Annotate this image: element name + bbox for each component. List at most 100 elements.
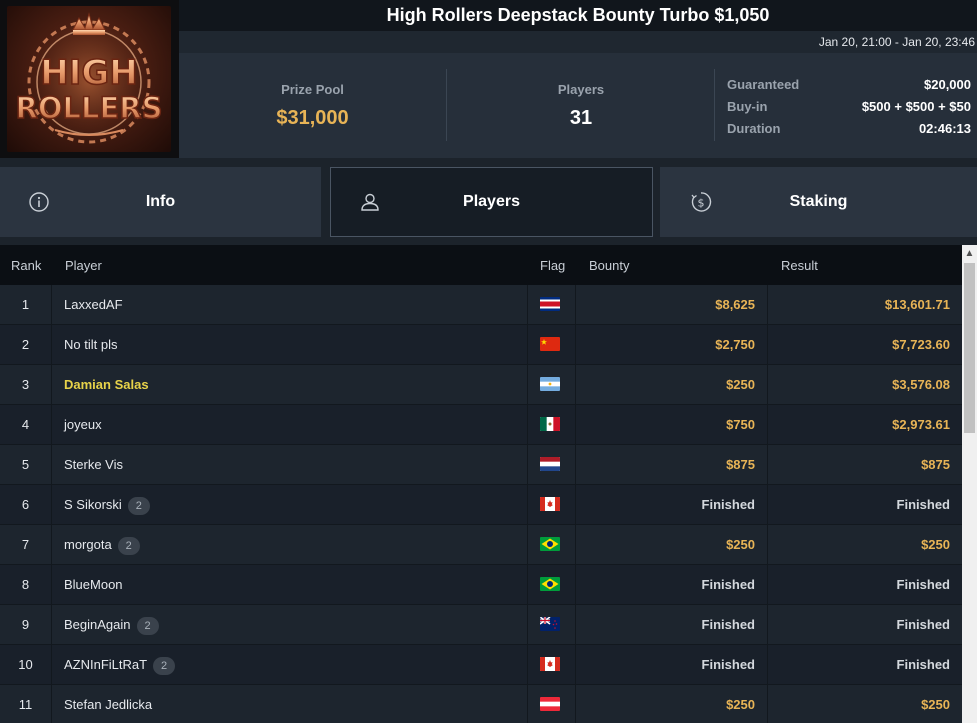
flag-mexico-icon	[540, 417, 560, 431]
result-cell: $2,973.61	[892, 417, 950, 432]
flag-costa-rica-icon	[540, 297, 560, 311]
divider	[714, 69, 715, 141]
prize-pool-stat: Prize Pool $31,000	[179, 53, 446, 158]
bounty-cell: $250	[576, 685, 768, 723]
player-name[interactable]: BeginAgain	[64, 617, 131, 632]
bounty-cell: $875	[576, 445, 768, 484]
tab-players[interactable]: Players	[330, 167, 653, 237]
player-name[interactable]: LaxxedAF	[64, 297, 123, 312]
players-table: Rank Player Flag Bounty Result 1 LaxxedAF…	[0, 245, 962, 723]
tournament-dates: Jan 20, 21:00 - Jan 20, 23:46	[818, 35, 975, 49]
result-cell: $250	[921, 537, 950, 552]
player-cell[interactable]: No tilt pls	[52, 325, 528, 364]
player-cell[interactable]: BlueMoon	[52, 565, 528, 604]
result-cell: Finished	[896, 657, 950, 672]
header-result[interactable]: Result	[781, 258, 818, 273]
buyin-label: Buy-in	[727, 99, 768, 114]
bounty-cell: $8,625	[576, 285, 768, 324]
table-row[interactable]: 8 BlueMoon Finished Finished	[0, 565, 962, 605]
rank-cell: 8	[0, 565, 52, 604]
player-cell[interactable]: Stefan Jedlicka	[52, 685, 528, 723]
rank-cell: 5	[0, 445, 52, 484]
tab-bar: Info Players $ Staking	[0, 158, 977, 245]
table-row[interactable]: 1 LaxxedAF $8,625 $13,601.71	[0, 285, 962, 325]
rank-cell: 7	[0, 525, 52, 564]
flag-cell	[528, 485, 576, 524]
header-flag[interactable]: Flag	[540, 258, 565, 273]
players-label: Players	[557, 82, 605, 97]
flag-cell	[528, 605, 576, 644]
table-row[interactable]: 5 Sterke Vis $875 $875	[0, 445, 962, 485]
rank-cell: 1	[0, 285, 52, 324]
tab-info[interactable]: Info	[0, 167, 321, 237]
player-cell[interactable]: joyeux	[52, 405, 528, 444]
result-cell: $7,723.60	[892, 337, 950, 352]
table-row[interactable]: 6 S Sikorski 2 Finished Finished	[0, 485, 962, 525]
header-rank[interactable]: Rank	[11, 258, 41, 273]
player-cell[interactable]: S Sikorski 2	[52, 485, 528, 524]
entries-badge: 2	[127, 496, 150, 515]
flag-new-zealand-icon	[540, 617, 560, 631]
table-row[interactable]: 11 Stefan Jedlicka $250 $250	[0, 685, 962, 723]
player-name[interactable]: No tilt pls	[64, 337, 117, 352]
player-name[interactable]: Damian Salas	[64, 377, 149, 392]
prize-pool-label: Prize Pool	[281, 82, 344, 97]
table-row[interactable]: 7 morgota 2 $250 $250	[0, 525, 962, 565]
svg-text:HIGH: HIGH	[40, 53, 137, 93]
flag-brazil-icon	[540, 577, 560, 591]
bounty-cell: Finished	[576, 485, 768, 524]
flag-cell	[528, 565, 576, 604]
player-cell[interactable]: LaxxedAF	[52, 285, 528, 324]
prize-pool-value: $31,000	[276, 107, 349, 129]
tab-staking[interactable]: $ Staking	[660, 167, 977, 237]
table-row[interactable]: 3 Damian Salas $250 $3,576.08	[0, 365, 962, 405]
table-row[interactable]: 2 No tilt pls $2,750 $7,723.60	[0, 325, 962, 365]
rank-cell: 2	[0, 325, 52, 364]
bounty-cell: Finished	[576, 645, 768, 684]
guaranteed-label: Guaranteed	[727, 77, 800, 92]
bounty-cell: $2,750	[576, 325, 768, 364]
result-cell: Finished	[896, 577, 950, 592]
flag-canada-icon	[540, 657, 560, 671]
player-name[interactable]: joyeux	[64, 417, 102, 432]
date-bar: Jan 20, 21:00 - Jan 20, 23:46	[179, 31, 977, 53]
player-name[interactable]: S Sikorski	[64, 497, 122, 512]
player-name[interactable]: morgota	[64, 537, 112, 552]
tournament-lobby: HIGH ROLLERS High Rollers Deepstack Boun…	[0, 0, 977, 723]
player-name[interactable]: Stefan Jedlicka	[64, 697, 152, 712]
player-cell[interactable]: Sterke Vis	[52, 445, 528, 484]
table-header: Rank Player Flag Bounty Result	[0, 245, 962, 285]
player-name[interactable]: Sterke Vis	[64, 457, 123, 472]
player-name[interactable]: BlueMoon	[64, 577, 123, 592]
rank-cell: 10	[0, 645, 52, 684]
player-cell[interactable]: BeginAgain 2	[52, 605, 528, 644]
table-row[interactable]: 10 AZNInFiLtRaT 2 Finished Finished	[0, 645, 962, 685]
header-bounty[interactable]: Bounty	[589, 258, 629, 273]
player-cell[interactable]: Damian Salas	[52, 365, 528, 404]
player-cell[interactable]: AZNInFiLtRaT 2	[52, 645, 528, 684]
bounty-cell: Finished	[576, 565, 768, 604]
flag-cell	[528, 325, 576, 364]
scroll-up-arrow-icon[interactable]: ▲	[962, 245, 977, 262]
flag-cell	[528, 285, 576, 324]
tab-info-label: Info	[145, 193, 176, 210]
flag-cell	[528, 445, 576, 484]
entries-badge: 2	[117, 536, 140, 555]
rank-cell: 6	[0, 485, 52, 524]
header-player[interactable]: Player	[65, 258, 102, 273]
players-stat: Players 31	[447, 53, 715, 158]
result-cell: $875	[921, 457, 950, 472]
table-row[interactable]: 4 joyeux $750 $2,973.61	[0, 405, 962, 445]
scrollbar-thumb[interactable]	[964, 263, 975, 433]
player-cell[interactable]: morgota 2	[52, 525, 528, 564]
tournament-title: High Rollers Deepstack Bounty Turbo $1,0…	[386, 5, 770, 25]
table-scrollbar[interactable]: ▲	[962, 245, 977, 723]
bounty-cell: $250	[576, 525, 768, 564]
result-cell: $13,601.71	[884, 297, 950, 312]
table-row[interactable]: 9 BeginAgain 2 Finished Finished	[0, 605, 962, 645]
rank-cell: 9	[0, 605, 52, 644]
entries-badge: 2	[136, 616, 159, 635]
buyin-value: $500 + $500 + $50	[861, 99, 971, 114]
player-name[interactable]: AZNInFiLtRaT	[64, 657, 147, 672]
title-bar: High Rollers Deepstack Bounty Turbo $1,0…	[179, 0, 977, 31]
